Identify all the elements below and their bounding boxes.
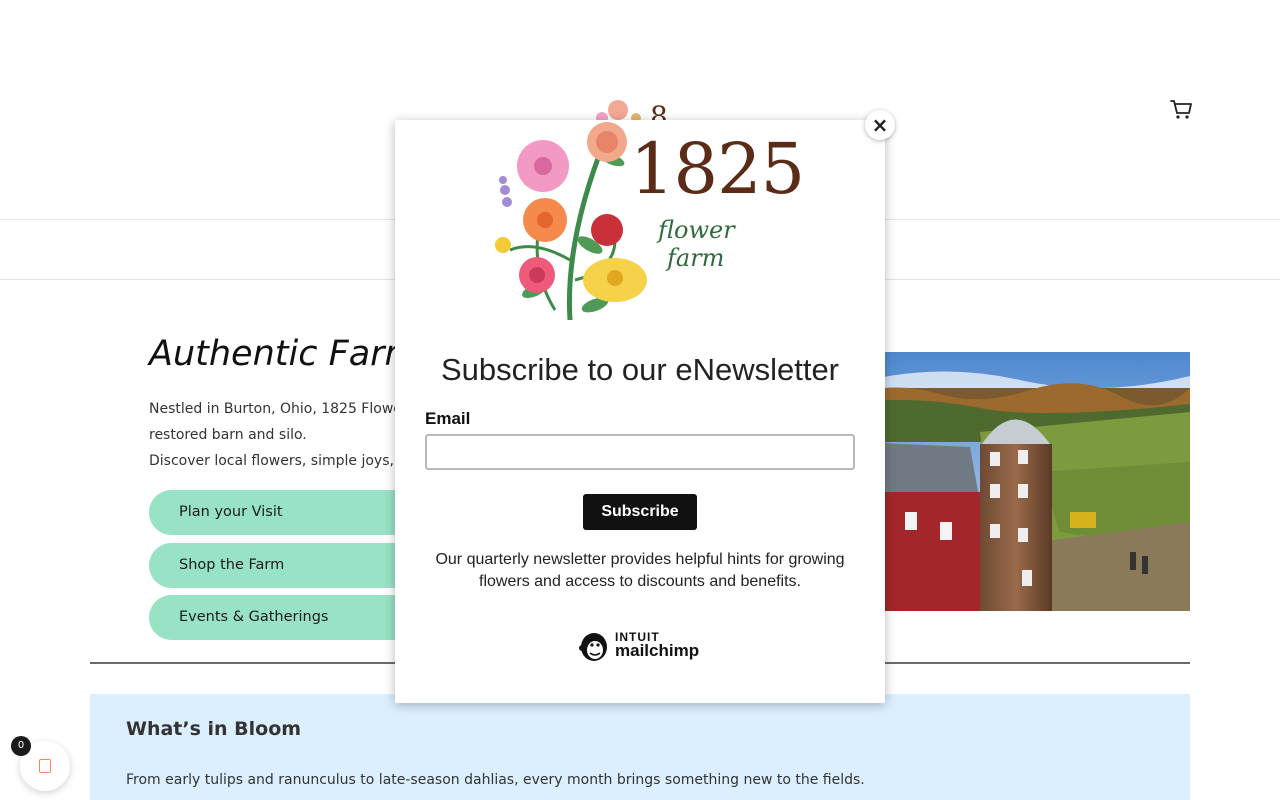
email-label: Email	[425, 409, 471, 428]
widget-count-badge: 0	[11, 736, 31, 756]
hero-title: Authentic Farm	[149, 334, 419, 374]
description-line: flowers and access to discounts and bene…	[479, 573, 801, 590]
gift-icon	[39, 759, 51, 773]
barn-silo-photo	[860, 352, 1190, 611]
hero-line: restored barn and silo.	[149, 427, 307, 443]
hero-line: Discover local flowers, simple joys, an	[149, 453, 416, 469]
logo-number: 1825	[630, 128, 805, 210]
mailchimp-logo[interactable]: INTUIT mailchimp	[578, 628, 708, 666]
newsletter-popup: 1825 flower farm Subscribe to our eNewsl…	[395, 120, 885, 703]
newsletter-description: Our quarterly newsletter provides helpfu…	[395, 549, 885, 593]
whats-in-bloom-section: What’s in Bloom From early tulips and ra…	[90, 694, 1190, 800]
close-icon: ×	[871, 113, 889, 137]
bloom-text: From early tulips and ranunculus to late…	[126, 772, 865, 788]
popup-heading: Subscribe to our eNewsletter	[440, 352, 840, 387]
subscribe-button[interactable]: Subscribe	[583, 494, 697, 530]
description-line: Our quarterly newsletter provides helpfu…	[435, 551, 845, 568]
logo-word-farm: farm	[667, 244, 725, 272]
email-input[interactable]	[425, 434, 855, 470]
cart-icon[interactable]	[1168, 96, 1194, 122]
logo-word-flower: flower	[658, 216, 735, 244]
freddie-icon	[579, 633, 607, 661]
close-popup-button[interactable]: ×	[865, 110, 895, 140]
hero-intro: Nestled in Burton, Ohio, 1825 Flower res…	[149, 396, 416, 474]
hero-line: Nestled in Burton, Ohio, 1825 Flower	[149, 401, 408, 417]
brand-mailchimp: mailchimp	[615, 641, 700, 660]
bloom-title: What’s in Bloom	[126, 718, 302, 740]
